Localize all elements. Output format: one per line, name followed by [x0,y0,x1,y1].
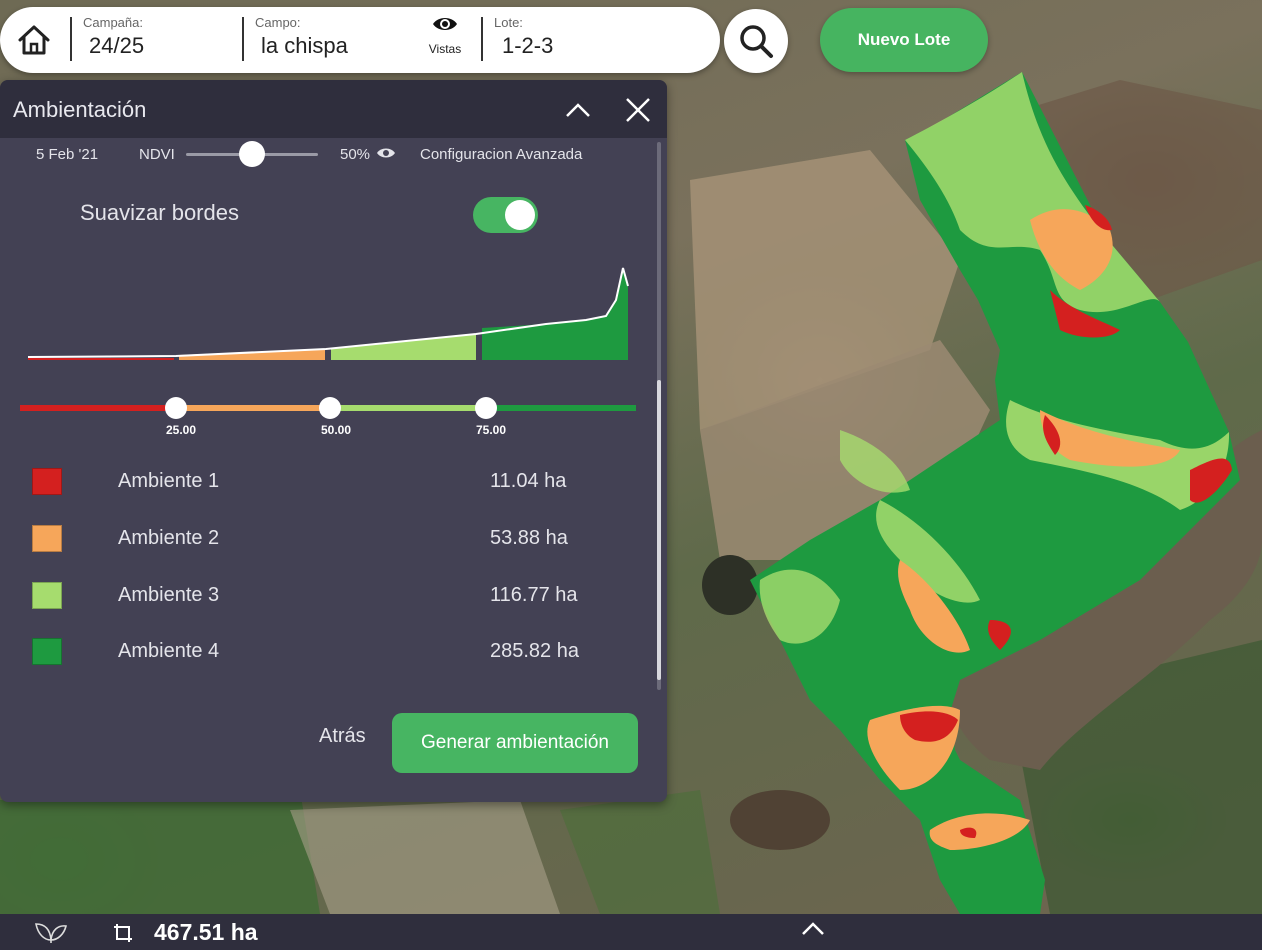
expand-button[interactable] [800,921,826,942]
environment-row: Ambiente 4 285.82 ha [0,632,620,672]
threshold-handle-1[interactable] [165,397,187,419]
panel-header: Ambientación [0,80,667,138]
chevron-up-icon [802,922,824,935]
vistas-label: Vistas [428,42,462,56]
campo-value: la chispa [261,33,348,58]
separator [481,17,483,61]
lote-label: Lote: [494,15,523,30]
range-segment-2 [176,405,330,411]
range-segment-4 [486,405,636,411]
threshold-label-2: 50.00 [320,423,352,437]
campo-selector[interactable]: Campo: la chispa [255,15,348,59]
threshold-label-1: 25.00 [165,423,197,437]
opacity-value: 50% [340,146,371,163]
environment-row: Ambiente 2 53.88 ha [0,519,620,559]
environment-color-swatch[interactable] [32,582,62,609]
range-segment-3 [330,405,486,411]
environment-area: 53.88 ha [490,527,568,549]
eye-icon [433,18,457,30]
search-icon [740,25,773,58]
nuevo-lote-button[interactable]: Nuevo Lote [820,8,988,72]
generate-button[interactable]: Generar ambientación [392,713,638,773]
ndvi-histogram [27,267,629,360]
close-button[interactable] [622,94,654,126]
smooth-edges-toggle[interactable] [473,197,538,233]
histogram-bin-1 [28,358,174,360]
home-button[interactable] [14,23,54,57]
lote-value: 1-2-3 [502,33,554,58]
total-area: 467.51 ha [154,919,258,945]
environment-name: Ambiente 3 [118,584,220,606]
leaf-icon [35,923,67,943]
campana-value: 24/25 [89,33,145,58]
smooth-edges-label: Suavizar bordes [80,200,239,225]
environment-row: Ambiente 3 116.77 ha [0,576,620,616]
area-icon [114,924,132,942]
environment-color-swatch[interactable] [32,468,62,495]
panel-title: Ambientación [13,97,147,122]
lote-selector[interactable]: Lote: 1-2-3 [494,15,553,59]
home-icon [18,25,50,55]
search-button[interactable] [724,9,788,73]
visibility-toggle[interactable] [376,146,396,164]
chevron-up-icon [566,103,590,117]
eye-icon [377,148,395,158]
environment-area: 116.77 ha [490,584,578,606]
campo-label: Campo: [255,15,301,30]
panel-scrollbar-thumb[interactable] [657,380,661,680]
environment-name: Ambiente 4 [118,640,220,662]
environment-color-swatch[interactable] [32,638,62,665]
campana-label: Campaña: [83,15,143,30]
range-segment-1 [20,405,176,411]
threshold-handle-2[interactable] [319,397,341,419]
vistas-button[interactable]: Vistas [420,13,470,56]
index-label[interactable]: NDVI [139,146,175,163]
environment-area: 285.82 ha [490,640,579,662]
separator [242,17,244,61]
campana-selector[interactable]: Campaña: 24/25 [83,15,144,59]
opacity-slider-thumb[interactable] [239,141,265,167]
back-button[interactable]: Atrás [319,725,366,748]
environment-color-swatch[interactable] [32,525,62,552]
threshold-range[interactable]: 25.00 50.00 75.00 [20,397,636,438]
environment-name: Ambiente 2 [118,527,220,549]
image-date[interactable]: 5 Feb '21 [36,146,98,163]
advanced-config-link[interactable]: Configuracion Avanzada [420,146,582,163]
bottom-bar: 467.51 ha [0,914,1262,950]
top-bar: Campaña: 24/25 Campo: la chispa Vistas L… [0,7,720,73]
environment-row: Ambiente 1 11.04 ha [0,462,620,502]
crop-button[interactable] [34,920,68,949]
ambientacion-panel: Ambientación 5 Feb '21 NDVI 50% Configur… [0,80,667,802]
separator [70,17,72,61]
collapse-button[interactable] [562,94,594,126]
environment-name: Ambiente 1 [118,470,220,492]
threshold-handle-3[interactable] [475,397,497,419]
threshold-label-3: 75.00 [475,423,507,437]
environment-area: 11.04 ha [490,470,567,492]
toggle-knob [505,200,535,230]
close-icon [626,98,650,122]
